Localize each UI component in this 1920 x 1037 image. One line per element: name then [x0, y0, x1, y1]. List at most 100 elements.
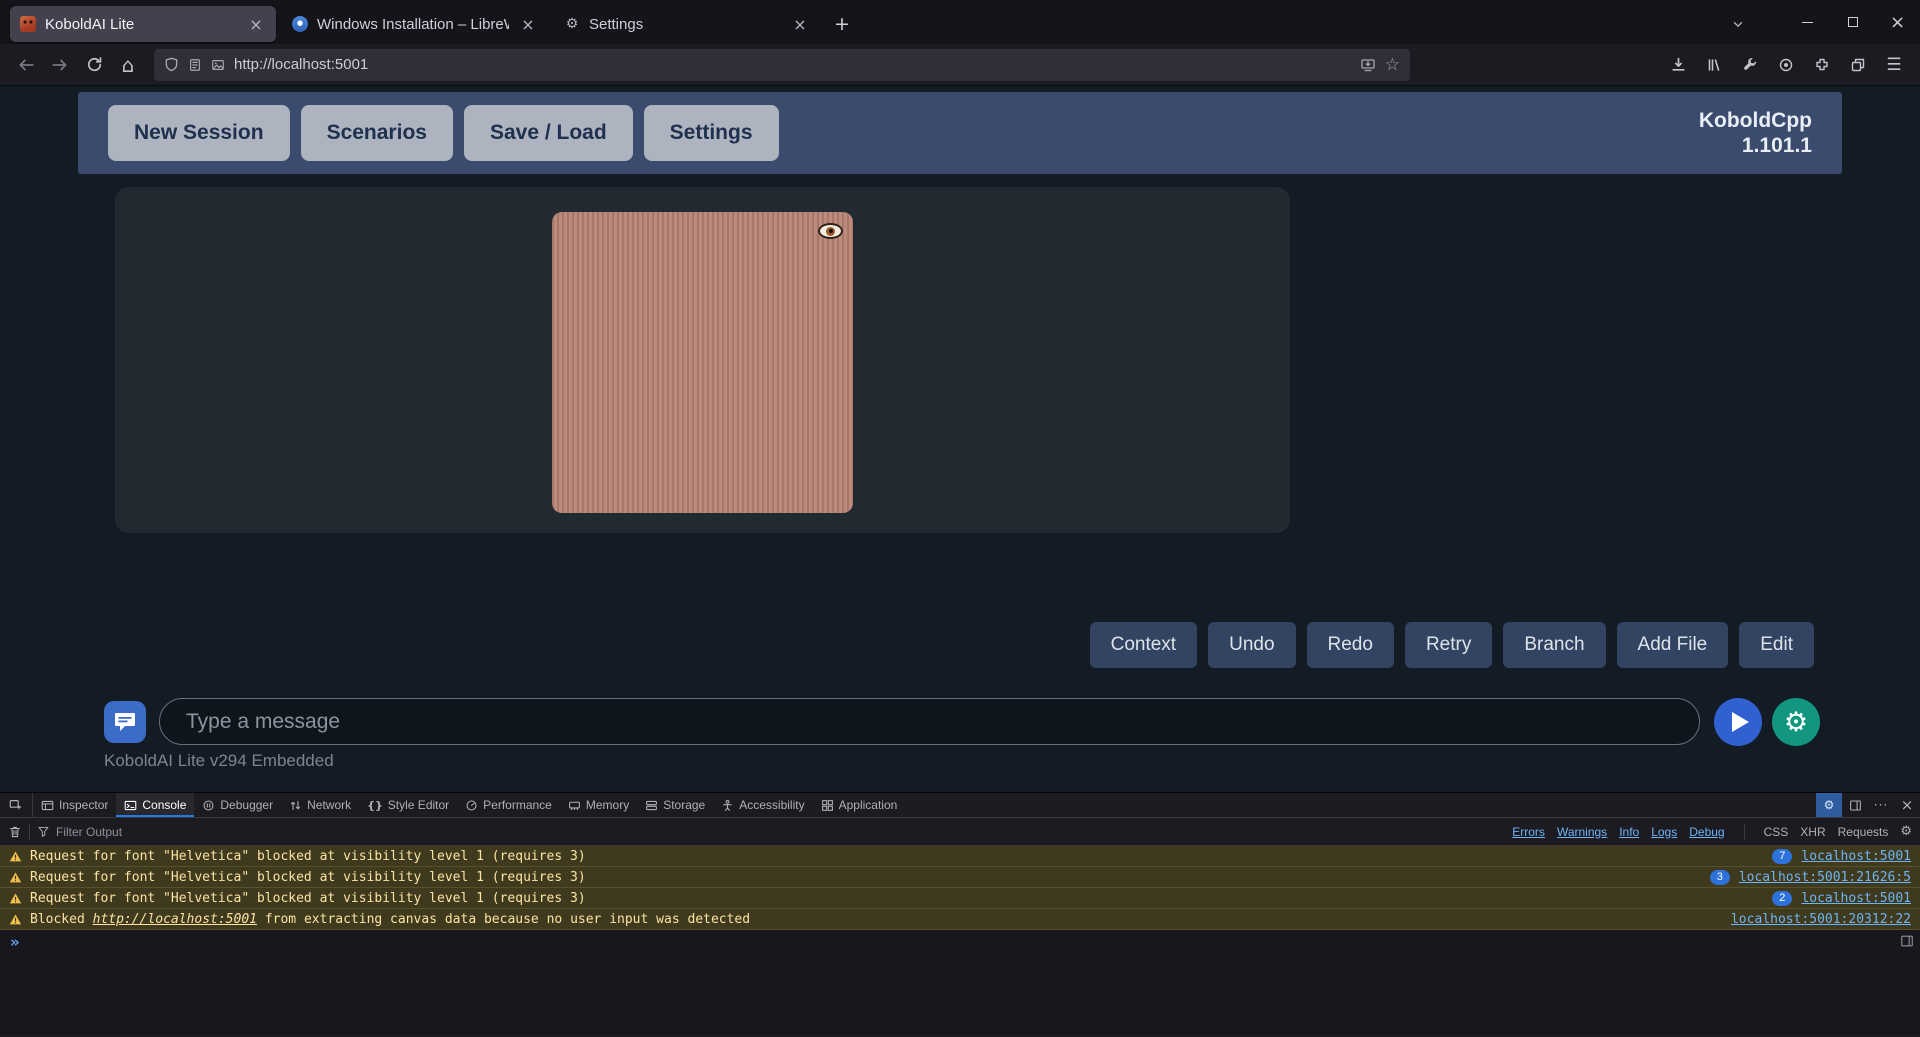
storage-icon — [645, 799, 658, 812]
source-link[interactable]: localhost:5001:21626:5 — [1739, 870, 1911, 885]
tab-title: Windows Installation – LibreWo — [317, 15, 509, 33]
hamburger-menu-icon[interactable]: ☰ — [1878, 50, 1910, 80]
console-settings-icon[interactable]: ⚙ — [1900, 824, 1912, 839]
tab-close-icon[interactable]: × — [246, 14, 266, 34]
devtools-tab-storage[interactable]: Storage — [637, 793, 713, 817]
filter-output-input[interactable] — [56, 824, 276, 839]
redo-button[interactable]: Redo — [1306, 622, 1394, 668]
console-warning-row: Request for font "Helvetica" blocked at … — [0, 888, 1920, 909]
devtools-tab-console[interactable]: Console — [116, 793, 195, 817]
message-input[interactable] — [159, 698, 1700, 745]
console-message-text: Blocked http://localhost:5001 from extra… — [30, 912, 750, 927]
context-button[interactable]: Context — [1089, 622, 1198, 668]
url-text[interactable]: http://localhost:5001 — [234, 56, 1351, 73]
filter-logs[interactable]: Logs — [1651, 825, 1677, 839]
back-button[interactable] — [10, 50, 42, 80]
devtools-tab-style-editor[interactable]: {} Style Editor — [359, 793, 457, 817]
devtools-tab-performance[interactable]: Performance — [457, 793, 560, 817]
add-file-button[interactable]: Add File — [1616, 622, 1729, 668]
filter-css[interactable]: CSS — [1764, 825, 1789, 839]
window-controls: × — [1721, 0, 1920, 44]
blocked-url-link[interactable]: http://localhost:5001 — [93, 912, 257, 927]
submit-button[interactable] — [1714, 698, 1762, 746]
console-warning-row: Request for font "Helvetica" blocked at … — [0, 867, 1920, 888]
quick-settings-button[interactable]: ⚙ — [1772, 698, 1820, 746]
home-button[interactable]: ⌂ — [112, 50, 144, 80]
devtools-menu-icon[interactable]: ··· — [1868, 793, 1894, 817]
warning-icon — [9, 913, 22, 926]
extensions-puzzle-icon[interactable] — [1806, 50, 1838, 80]
save-load-button[interactable]: Save / Load — [463, 105, 633, 161]
new-session-button[interactable]: New Session — [108, 105, 290, 161]
devtools-tab-accessibility[interactable]: Accessibility — [713, 793, 812, 817]
console-input-row[interactable]: » — [0, 930, 1920, 953]
gear-favicon-icon: ⚙ — [565, 16, 579, 32]
filter-errors[interactable]: Errors — [1512, 825, 1545, 839]
chat-mode-button[interactable] — [104, 701, 146, 743]
filter-requests[interactable]: Requests — [1838, 825, 1889, 839]
devtools-tab-network[interactable]: Network — [281, 793, 359, 817]
chat-bubble-icon — [113, 709, 137, 736]
brand-version: KoboldCpp 1.101.1 — [1699, 108, 1812, 158]
pick-element-button[interactable] — [0, 793, 33, 817]
devtools-close-icon[interactable]: × — [1894, 793, 1920, 817]
dock-side-icon[interactable] — [1842, 793, 1868, 817]
image-permission-icon[interactable] — [211, 58, 225, 72]
reload-button[interactable] — [78, 50, 110, 80]
tab-close-icon[interactable]: × — [790, 14, 810, 34]
new-tab-button[interactable]: + — [826, 8, 858, 40]
tab-settings[interactable]: ⚙ Settings × — [554, 6, 820, 42]
tab-windows-installation[interactable]: Windows Installation – LibreWo × — [282, 6, 548, 42]
window-close-button[interactable]: × — [1875, 0, 1920, 44]
filter-debug[interactable]: Debug — [1689, 825, 1724, 839]
undo-button[interactable]: Undo — [1208, 622, 1296, 668]
devtools-tab-debugger[interactable]: Debugger — [194, 793, 281, 817]
wrench-icon[interactable] — [1734, 50, 1766, 80]
retry-button[interactable]: Retry — [1404, 622, 1493, 668]
network-icon — [289, 799, 302, 812]
tab-close-icon[interactable]: × — [518, 14, 538, 34]
minimize-button[interactable] — [1785, 0, 1830, 44]
sidebar-toggle-icon[interactable] — [1900, 934, 1914, 953]
generated-image[interactable] — [552, 212, 853, 513]
edit-button[interactable]: Edit — [1739, 622, 1814, 668]
list-all-tabs-icon[interactable] — [1721, 8, 1755, 40]
browser-window: KoboldAI Lite × Windows Installation – L… — [0, 0, 1920, 1037]
warning-icon — [9, 871, 22, 884]
filter-warnings[interactable]: Warnings — [1557, 825, 1607, 839]
bookmark-star-icon[interactable]: ☆ — [1385, 55, 1400, 75]
braces-icon: {} — [367, 798, 383, 812]
containers-icon[interactable] — [1842, 50, 1874, 80]
source-link[interactable]: localhost:5001:20312:22 — [1731, 912, 1911, 927]
devtools-tab-inspector[interactable]: Inspector — [33, 793, 116, 817]
branch-button[interactable]: Branch — [1503, 622, 1606, 668]
game-text-panel — [115, 187, 1290, 533]
tab-title: KoboldAI Lite — [45, 15, 135, 33]
tab-title: Settings — [589, 15, 644, 33]
forward-button[interactable] — [44, 50, 76, 80]
settings-button[interactable]: Settings — [643, 105, 779, 161]
scenarios-button[interactable]: Scenarios — [300, 105, 453, 161]
url-bar[interactable]: http://localhost:5001 ☆ — [154, 48, 1410, 81]
tracking-shield-icon[interactable] — [164, 57, 179, 72]
message-suffix: from extracting canvas data because no u… — [257, 911, 751, 927]
devtools-tab-application[interactable]: Application — [813, 793, 906, 817]
page-info-icon[interactable] — [188, 58, 202, 72]
clear-console-icon[interactable] — [8, 825, 22, 839]
tab-koboldai-lite[interactable]: KoboldAI Lite × — [10, 6, 276, 42]
extension-badge-icon[interactable] — [1770, 50, 1802, 80]
devtools-settings-icon[interactable]: ⚙ — [1816, 793, 1842, 817]
library-icon[interactable] — [1698, 50, 1730, 80]
console-empty-area — [0, 953, 1920, 1034]
filter-info[interactable]: Info — [1619, 825, 1639, 839]
toolbar-icons: ☰ — [1662, 50, 1910, 80]
filter-xhr[interactable]: XHR — [1800, 825, 1825, 839]
devtools-tab-memory[interactable]: Memory — [560, 793, 637, 817]
source-link[interactable]: localhost:5001 — [1801, 891, 1911, 906]
save-page-icon[interactable] — [1360, 57, 1376, 73]
prompt-chevron-icon: » — [10, 932, 20, 951]
maximize-button[interactable] — [1830, 0, 1875, 44]
source-link[interactable]: localhost:5001 — [1801, 849, 1911, 864]
downloads-icon[interactable] — [1662, 50, 1694, 80]
eye-toggle-icon[interactable] — [818, 223, 843, 239]
